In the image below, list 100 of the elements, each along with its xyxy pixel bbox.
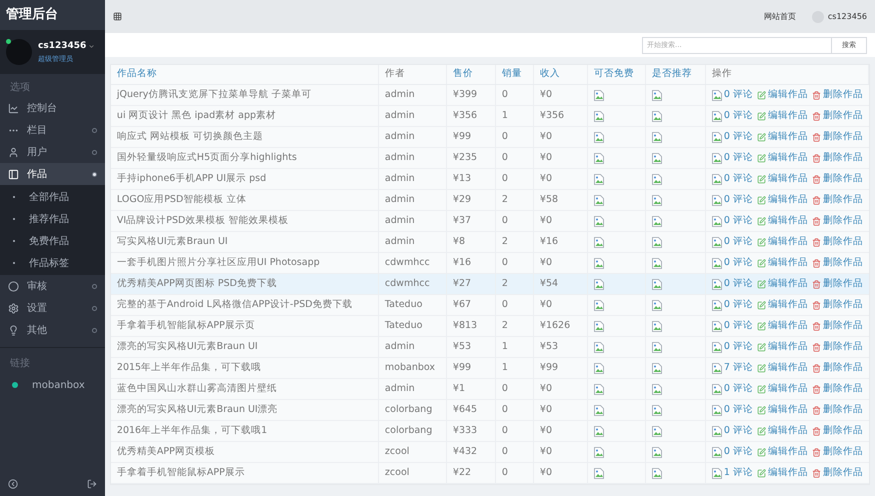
submenu-item[interactable]: 免费作品 [0,230,105,252]
edit-link[interactable]: 编辑作品 [768,150,808,166]
menu-item[interactable]: 作品 [0,163,105,185]
comment-link[interactable]: 0 评论 [724,298,753,312]
table-row[interactable]: 优秀精美APP网页模板 zcool ¥432 0 ¥0 0 评论 编辑作品 删除作品 [110,442,869,463]
comment-link[interactable]: 0 评论 [724,318,753,334]
menu-item[interactable]: 设置 [0,297,105,319]
edit-link[interactable]: 编辑作品 [768,424,808,438]
comment-link[interactable]: 7 评论 [724,360,753,376]
delete-link[interactable]: 删除作品 [823,172,863,186]
comment-link[interactable]: 0 评论 [724,88,753,102]
delete-link[interactable]: 删除作品 [823,130,863,144]
comment-link[interactable]: 0 评论 [724,172,753,186]
edit-link[interactable]: 编辑作品 [768,382,808,396]
edit-icon [757,322,766,330]
edit-link[interactable]: 编辑作品 [768,214,808,228]
edit-link[interactable]: 编辑作品 [768,130,808,144]
table-row[interactable]: 响应式 网站模板 可切换颜色主题 admin ¥99 0 ¥0 0 评论 编辑作品 删除作品 [110,127,869,148]
menu-icon[interactable] [112,12,122,21]
broken-image-icon [712,110,722,122]
comment-link[interactable]: 0 评论 [724,256,753,270]
table-row[interactable]: 漂亮的写实风格UI元素Braun UI admin ¥53 1 ¥53 0 评论 编辑作品 删除作品 [110,337,869,358]
delete-link[interactable]: 删除作品 [823,108,863,124]
delete-link[interactable]: 删除作品 [823,466,863,480]
edit-link[interactable]: 编辑作品 [768,318,808,334]
comment-link[interactable]: 0 评论 [724,234,753,250]
comment-link[interactable]: 0 评论 [724,402,753,418]
edit-link[interactable]: 编辑作品 [768,298,808,312]
caret-icon[interactable] [88,43,96,50]
menu-item[interactable]: 控制台 [0,97,105,119]
menu-item[interactable]: 审核 [0,275,105,297]
submenu-item[interactable]: 全部作品 [0,186,105,208]
edit-link[interactable]: 编辑作品 [768,88,808,102]
edit-link[interactable]: 编辑作品 [768,256,808,270]
edit-link[interactable]: 编辑作品 [768,276,808,292]
table-cell: 手持iphone6手机APP UI展示 psd [110,169,379,189]
table-row[interactable]: 国外轻量级响应式H5页面分享highlights admin ¥235 0 ¥0 0 评论 编辑作品 删除作品 [110,148,869,169]
edit-link[interactable]: 编辑作品 [768,466,808,480]
column-header: 可否免费 [588,65,646,84]
table-row[interactable]: 优秀精美APP网页图标 PSD免费下载 cdwmhcc ¥27 2 ¥54 0 评论 编辑作品 删除作品 [110,274,869,295]
table-row[interactable]: 漂亮的写实风格UI元素Braun UI漂亮 colorbang ¥645 0 ¥0 0 评论 编辑作品 删除作品 [110,400,869,421]
edit-link[interactable]: 编辑作品 [768,360,808,376]
comment-link[interactable]: 0 评论 [724,340,753,354]
user-name[interactable]: cs123456 [38,40,86,54]
menu-item[interactable]: 用户 [0,141,105,163]
delete-link[interactable]: 删除作品 [823,298,863,312]
delete-link[interactable]: 删除作品 [823,318,863,334]
home-link[interactable]: 网站首页 [764,10,796,22]
table-row[interactable]: 完整的基于Android L风格微信APP设计-PSD免费下载 Tateduo ¥67 0 ¥0 0 评论 编辑作品 删除作品 [110,295,869,316]
table-row[interactable]: jQuery仿腾讯支览屏下拉菜单导航 子菜单可 admin ¥399 0 ¥0 0 评论 编辑作品 删除作品 [110,85,869,106]
comment-link[interactable]: 0 评论 [724,130,753,144]
delete-link[interactable]: 删除作品 [823,214,863,228]
delete-link[interactable]: 删除作品 [823,340,863,354]
edit-icon [757,132,766,142]
comment-link[interactable]: 0 评论 [724,192,753,208]
delete-link[interactable]: 删除作品 [823,150,863,166]
edit-link[interactable]: 编辑作品 [768,192,808,208]
edit-link[interactable]: 编辑作品 [768,172,808,186]
edit-link[interactable]: 编辑作品 [768,340,808,354]
edit-link[interactable]: 编辑作品 [768,444,808,460]
submenu-item[interactable]: 推荐作品 [0,208,105,230]
top-user-name[interactable]: cs123456 [828,10,867,22]
edit-link[interactable]: 编辑作品 [768,234,808,250]
comment-link[interactable]: 0 评论 [724,382,753,396]
table-row[interactable]: VI品牌设计PSD效果模板 智能效果模板 admin ¥37 0 ¥0 0 评论 编辑作品 删除作品 [110,211,869,232]
menu-item[interactable]: 其他 [0,319,105,341]
table-row[interactable]: 手持iphone6手机APP UI展示 psd admin ¥13 0 ¥0 0 评论 编辑作品 删除作品 [110,169,869,190]
delete-link[interactable]: 删除作品 [823,88,863,102]
delete-link[interactable]: 删除作品 [823,382,863,396]
comment-link[interactable]: 0 评论 [724,424,753,438]
delete-link[interactable]: 删除作品 [823,192,863,208]
comment-link[interactable]: 0 评论 [724,150,753,166]
delete-link[interactable]: 删除作品 [823,256,863,270]
link-item[interactable]: mobanbox [0,373,105,397]
delete-link[interactable]: 删除作品 [823,360,863,376]
logout-icon[interactable] [86,479,97,489]
table-row[interactable]: 手拿着手机智能鼠标APP展示 zcool ¥22 0 ¥0 1 评论 编辑作品 删除作品 [110,463,869,484]
edit-link[interactable]: 编辑作品 [768,108,808,124]
table-row[interactable]: ui 网页设计 黑色 ipad素材 app素材 admin ¥356 1 ¥356 0 评论 编辑作品 删除作品 [110,106,869,127]
edit-link[interactable]: 编辑作品 [768,402,808,418]
delete-link[interactable]: 删除作品 [823,424,863,438]
delete-link[interactable]: 删除作品 [823,276,863,292]
table-row[interactable]: 手拿着手机智能鼠标APP展示页 Tateduo ¥813 2 ¥1626 0 评论 编辑作品 删除作品 [110,316,869,337]
delete-link[interactable]: 删除作品 [823,402,863,418]
table-row[interactable]: 蓝色中国风山水群山雾高清图片壁纸 admin ¥1 0 ¥0 0 评论 编辑作品 删除作品 [110,379,869,400]
table-row[interactable]: 2016年上半年作品集，可下载哦1 colorbang ¥333 0 ¥0 0 评论 编辑作品 删除作品 [110,421,869,442]
table-cell: colorbang [378,400,447,420]
comment-link[interactable]: 0 评论 [724,444,753,460]
delete-link[interactable]: 删除作品 [823,234,863,250]
table-row[interactable]: 2015年上半年作品集，可下载哦 mobanbox ¥99 1 ¥99 7 评论 编辑作品 删除作品 [110,358,869,379]
menu-item[interactable]: 栏目 [0,119,105,141]
table-row[interactable]: LOGO应用PSD智能模板 立体 admin ¥29 2 ¥58 0 评论 编辑作品 删除作品 [110,190,869,211]
delete-link[interactable]: 删除作品 [823,444,863,460]
submenu-item[interactable]: 作品标签 [0,252,105,274]
comment-link[interactable]: 0 评论 [724,214,753,228]
comment-link[interactable]: 1 评论 [724,466,753,480]
collapse-icon[interactable] [8,479,18,489]
comment-link[interactable]: 0 评论 [724,108,753,124]
table-row[interactable]: 写实风格UI元素Braun UI admin ¥8 2 ¥16 0 评论 编辑作品 删除作品 [110,232,869,253]
comment-link[interactable]: 0 评论 [724,276,753,292]
